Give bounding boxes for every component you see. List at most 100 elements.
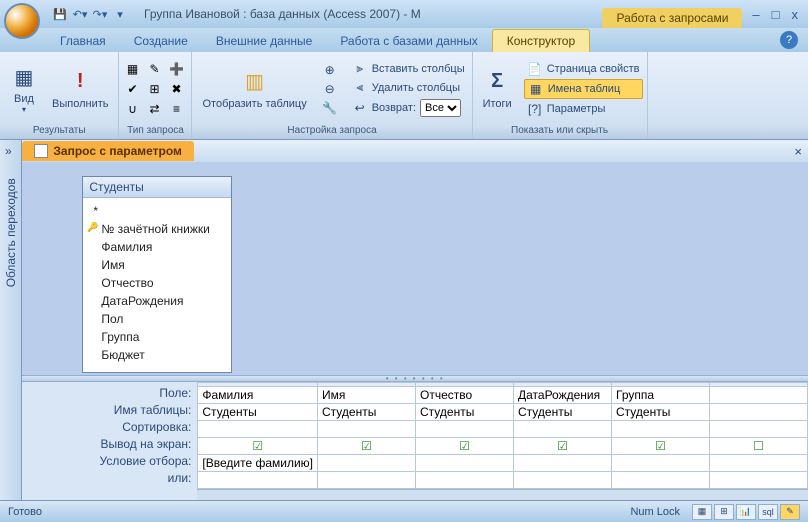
delete-query-icon[interactable]: ✖ [167,80,185,98]
append-icon[interactable]: ➕ [167,60,185,78]
parameters-button[interactable]: [?]Параметры [524,100,643,118]
show-checkbox[interactable]: ☐ [710,438,808,455]
crosstab-icon[interactable]: ⊞ [145,80,163,98]
grid-cell[interactable]: Отчество [416,387,514,404]
property-sheet-button[interactable]: 📄Страница свойств [524,60,643,78]
make-table-icon[interactable]: ✎ [145,60,163,78]
show-checkbox[interactable]: ☑ [416,438,514,455]
context-tab-header: Работа с запросами [602,8,742,28]
query-grid[interactable]: Фамилия Имя Отчество ДатаРождения Группа… [197,382,808,489]
union-icon[interactable]: ∪ [123,100,141,118]
grid-cell[interactable]: ДатаРождения [514,387,612,404]
field-item[interactable]: Пол [89,310,225,328]
return-icon: ↩ [352,100,368,116]
help-icon[interactable]: ? [780,31,798,49]
field-pk[interactable]: № зачётной книжки [89,220,225,238]
show-table-icon: ▥ [241,68,269,96]
grid-row-or [198,472,808,489]
run-button[interactable]: ! Выполнить [46,66,114,112]
navigation-pane[interactable]: » Область переходов [0,140,22,500]
close-button[interactable]: x [792,7,799,22]
office-button[interactable] [4,3,40,39]
grid-row-criteria: [Введите фамилию] [198,455,808,472]
field-item[interactable]: Отчество [89,274,225,292]
field-item[interactable]: Фамилия [89,238,225,256]
totals-button[interactable]: Σ Итоги [477,66,518,112]
field-star[interactable]: * [89,202,225,220]
datadef-icon[interactable]: ≡ [167,100,185,118]
show-checkbox[interactable]: ☑ [514,438,612,455]
field-item[interactable]: Группа [89,328,225,346]
group-label-showhide: Показать или скрыть [477,123,643,137]
redo-icon[interactable]: ↷▾ [92,6,108,22]
minimize-button[interactable]: – [752,7,759,22]
grid-cell[interactable] [710,404,808,421]
navpane-toggle-icon[interactable]: » [5,144,12,158]
qat-customize-icon[interactable]: ▾ [112,6,128,22]
show-table-button[interactable]: ▥ Отобразить таблицу [196,66,312,112]
field-item[interactable]: Имя [89,256,225,274]
tab-design[interactable]: Конструктор [492,29,590,52]
grid-cell[interactable]: Группа [612,387,710,404]
row-label-field: Поле: [22,385,197,402]
grid-cell[interactable]: Студенты [318,404,416,421]
field-item[interactable]: ДатаРождения [89,292,225,310]
tab-db-tools[interactable]: Работа с базами данных [326,30,491,52]
delete-cols-icon: ⫷ [352,80,368,96]
table-names-button[interactable]: ▦Имена таблиц [524,79,643,99]
passthrough-icon[interactable]: ⇄ [145,100,163,118]
show-checkbox[interactable]: ☑ [612,438,710,455]
run-icon: ! [66,68,94,96]
view-design-icon[interactable]: ✎ [780,504,800,520]
insert-rows-button[interactable]: ⊕ [319,61,341,79]
field-item[interactable]: Бюджет [89,346,225,364]
design-upper-pane[interactable]: Студенты * № зачётной книжки Фамилия Имя… [22,162,808,375]
update-icon[interactable]: ✔ [123,80,141,98]
tab-home[interactable]: Главная [46,30,120,52]
return-select[interactable]: Все [420,99,461,117]
undo-icon[interactable]: ↶▾ [72,6,88,22]
grid-cell[interactable]: Фамилия [198,387,318,404]
grid-cell[interactable]: Студенты [612,404,710,421]
parameters-icon: [?] [527,101,543,117]
window-title: Группа Ивановой : база данных (Access 20… [144,7,602,21]
status-ready: Готово [8,506,42,518]
insert-rows-icon: ⊕ [322,62,338,78]
pane-splitter[interactable]: • • • • • • • [22,375,808,382]
view-sql-icon[interactable]: sql [758,504,778,520]
save-icon[interactable]: 💾 [52,6,68,22]
insert-columns-button[interactable]: ⫸Вставить столбцы [349,60,468,78]
table-field-list[interactable]: Студенты * № зачётной книжки Фамилия Имя… [82,176,232,373]
maximize-button[interactable]: □ [772,7,780,22]
design-grid-pane: Поле: Имя таблицы: Сортировка: Вывод на … [22,382,808,500]
tab-create[interactable]: Создание [120,30,202,52]
ribbon-tabs: Главная Создание Внешние данные Работа с… [0,28,808,52]
grid-cell[interactable] [198,421,318,438]
grid-cell[interactable]: Имя [318,387,416,404]
show-checkbox[interactable]: ☑ [198,438,318,455]
query-icon [34,144,48,158]
row-label-show: Вывод на экран: [22,436,197,453]
show-checkbox[interactable]: ☑ [318,438,416,455]
delete-columns-button[interactable]: ⫷Удалить столбцы [349,79,468,97]
return-row: ↩Возврат: Все [349,98,468,118]
grid-cell[interactable] [710,387,808,404]
horizontal-scrollbar[interactable] [197,489,808,500]
grid-cell[interactable] [318,455,416,472]
select-query-icon[interactable]: ▦ [123,60,141,78]
view-pivot-icon[interactable]: ⊞ [714,504,734,520]
quick-access-toolbar: 💾 ↶▾ ↷▾ ▾ [52,6,128,22]
builder-button[interactable]: 🔧 [319,99,341,117]
query-tab[interactable]: Запрос с параметром [22,141,194,161]
tab-close-icon[interactable]: × [794,144,802,159]
view-datasheet-icon[interactable]: ▦ [692,504,712,520]
grid-cell[interactable]: [Введите фамилию] [198,455,318,472]
grid-scroll[interactable]: Фамилия Имя Отчество ДатаРождения Группа… [197,382,808,500]
grid-cell[interactable]: Студенты [198,404,318,421]
grid-cell[interactable]: Студенты [416,404,514,421]
view-chart-icon[interactable]: 📊 [736,504,756,520]
view-button[interactable]: ▦ Вид▾ [4,61,44,116]
delete-rows-button[interactable]: ⊖ [319,80,341,98]
grid-cell[interactable]: Студенты [514,404,612,421]
tab-external-data[interactable]: Внешние данные [202,30,327,52]
